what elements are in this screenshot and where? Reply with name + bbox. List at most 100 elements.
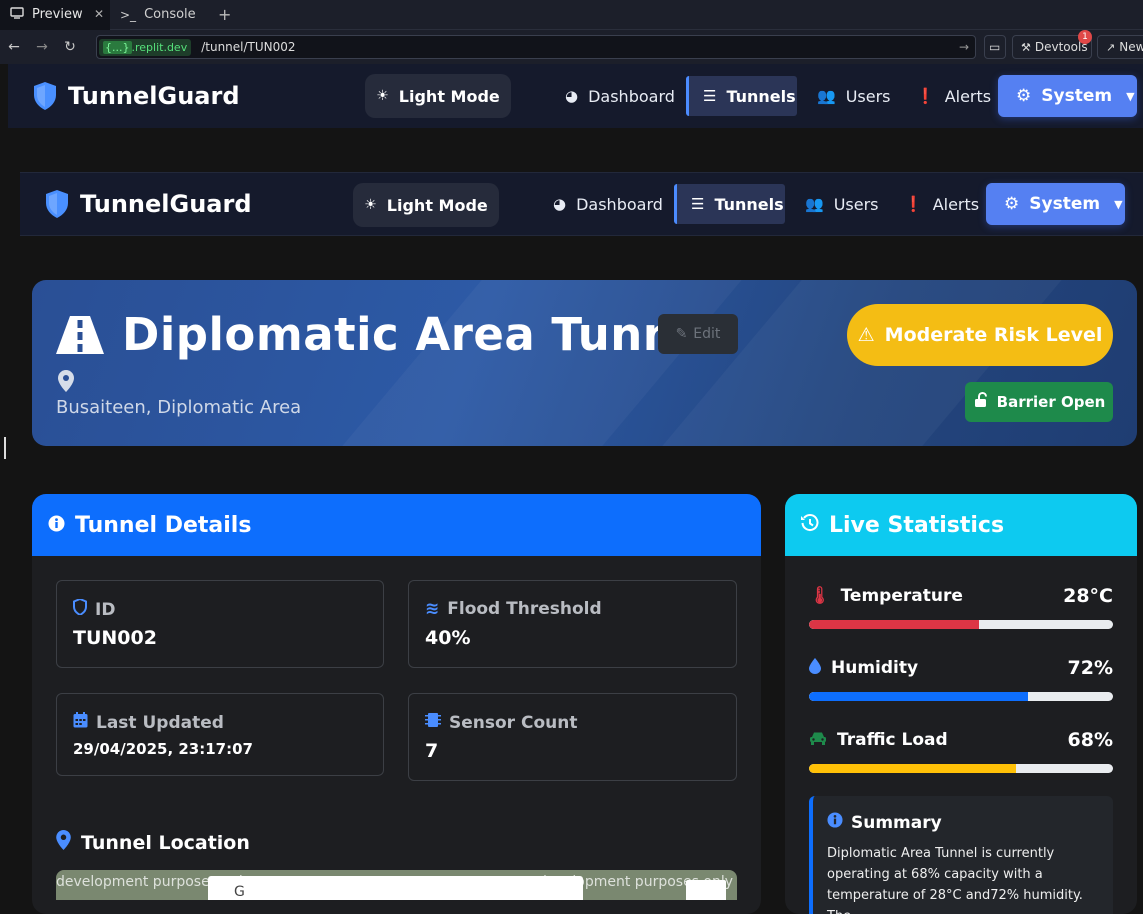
go-icon[interactable]: → — [959, 40, 969, 54]
nav-users[interactable]: 👥 Users — [803, 76, 905, 116]
url-host: {...} .replit.dev — [99, 38, 192, 56]
new-window-button[interactable]: ↗ New — [1097, 35, 1143, 59]
risk-level-label: Moderate Risk Level — [884, 324, 1103, 346]
system-label: System — [1029, 194, 1101, 214]
stat-temperature-fill — [809, 620, 980, 629]
road-icon — [56, 315, 104, 354]
tunnel-details-header: Tunnel Details — [32, 494, 761, 556]
reload-icon[interactable]: ↻ — [56, 39, 84, 55]
shield-logo-icon — [34, 82, 56, 110]
risk-level-badge[interactable]: ⚠ Moderate Risk Level — [847, 304, 1113, 366]
fullscreen-button[interactable] — [686, 880, 726, 900]
detail-id-value: TUN002 — [73, 627, 157, 649]
brand-name: TunnelGuard — [80, 190, 252, 218]
light-mode-button[interactable]: ☀ Light Mode — [365, 74, 511, 118]
brand-inner[interactable]: TunnelGuard — [44, 189, 252, 219]
tab-console[interactable]: >_ Console — [110, 0, 210, 30]
map-search-box[interactable]: G — [208, 876, 583, 900]
nav-tunnels[interactable]: ☰ Tunnels — [686, 76, 797, 116]
detail-flood-label: Flood Threshold — [447, 599, 602, 619]
info-icon — [827, 812, 843, 833]
system-dropdown[interactable]: ⚙ System ▼ — [986, 183, 1125, 225]
nav-tunnels[interactable]: ☰ Tunnels — [674, 184, 785, 224]
detail-flood-threshold: ≋ Flood Threshold 40% — [408, 580, 737, 668]
nav-alerts[interactable]: ❗ Alerts — [890, 184, 993, 224]
nav-alerts-label: Alerts — [944, 86, 992, 106]
map-pin-icon — [58, 370, 74, 392]
back-icon[interactable]: ← — [0, 39, 28, 55]
light-mode-button[interactable]: ☀ Light Mode — [353, 183, 499, 227]
stat-traffic-bar — [809, 764, 1113, 773]
tunnel-details-title: Tunnel Details — [75, 512, 252, 538]
stat-humidity-fill — [809, 692, 1028, 701]
car-icon — [809, 730, 827, 750]
detail-id: ID TUN002 — [56, 580, 384, 668]
stat-humidity-value: 72% — [1067, 657, 1113, 679]
stat-humidity-label: Humidity — [831, 658, 919, 678]
caret-down-icon: ▼ — [1114, 197, 1123, 211]
detail-sensor-count: Sensor Count 7 — [408, 693, 737, 781]
summary-title: Summary — [851, 812, 942, 833]
sun-icon: ☀ — [376, 88, 389, 104]
address-bar-row: ← → ↻ {...} .replit.dev /tunnel/TUN002 → … — [0, 30, 1143, 64]
summary-text: Diplomatic Area Tunnel is currently oper… — [827, 846, 1083, 914]
tunnel-details-card: Tunnel Details ID TUN002 ≋ Flood Threshol… — [32, 494, 761, 914]
nav-dashboard-label: Dashboard — [588, 86, 675, 106]
devtools-badge: 1 — [1078, 30, 1092, 44]
stat-traffic-label: Traffic Load — [837, 730, 948, 750]
detail-id-label: ID — [95, 599, 116, 620]
app-navbar: TunnelGuard ☀ Light Mode ◕ Dashboard ☰ Tun… — [8, 64, 1143, 128]
tunnel-map[interactable]: development purposes only development pu… — [56, 870, 737, 900]
new-label: New — [1119, 40, 1143, 54]
tab-console-label: Console — [144, 7, 196, 22]
nav-dashboard[interactable]: ◕ Dashboard — [539, 184, 677, 224]
users-icon: 👥 — [817, 87, 836, 105]
detail-sensor-label: Sensor Count — [449, 712, 578, 733]
devtools-button[interactable]: ⚒ Devtools 1 — [1012, 30, 1092, 59]
system-label: System — [1041, 86, 1113, 106]
screen-icon[interactable]: ▭ — [984, 35, 1006, 59]
url-field[interactable]: {...} .replit.dev /tunnel/TUN002 → — [96, 35, 976, 59]
monitor-icon — [10, 7, 24, 22]
stat-temperature-value: 28°C — [1063, 585, 1113, 607]
light-mode-label: Light Mode — [386, 195, 488, 215]
app-navbar-inner: TunnelGuard ☀ Light Mode ◕ Dashboard ☰ Tun… — [20, 172, 1143, 236]
history-icon — [801, 513, 819, 538]
tab-preview[interactable]: Preview ✕ — [0, 0, 110, 30]
wrench-icon: ⚒ — [1021, 40, 1031, 54]
system-dropdown[interactable]: ⚙ System ▼ — [998, 75, 1137, 117]
detail-updated-value: 29/04/2025, 23:17:07 — [73, 740, 253, 758]
barrier-label: Barrier Open — [996, 393, 1106, 411]
forward-icon[interactable]: → — [28, 39, 56, 55]
stat-traffic-fill — [809, 764, 1016, 773]
stat-humidity: Humidity 72% — [809, 656, 1113, 701]
nav-users-label: Users — [833, 194, 879, 214]
barrier-status-button[interactable]: Barrier Open — [965, 382, 1113, 422]
edit-button[interactable]: ✎ Edit — [658, 314, 738, 354]
close-icon[interactable]: ✕ — [94, 7, 104, 21]
tunnel-location: Busaiteen, Diplomatic Area — [56, 397, 302, 418]
page-title: Diplomatic Area Tunnel — [56, 308, 722, 361]
nav-users[interactable]: 👥 Users — [791, 184, 893, 224]
caret-down-icon: ▼ — [1126, 89, 1135, 103]
nav-dashboard[interactable]: ◕ Dashboard — [551, 76, 689, 116]
detail-updated-label: Last Updated — [96, 712, 224, 733]
gauge-icon: ◕ — [565, 87, 579, 105]
light-mode-label: Light Mode — [398, 86, 500, 106]
sun-icon: ☀ — [364, 197, 377, 213]
live-statistics-title: Live Statistics — [829, 512, 1005, 538]
calendar-icon — [73, 712, 88, 733]
url-host-badge: {...} — [103, 40, 132, 54]
brand[interactable]: TunnelGuard — [32, 81, 240, 111]
brand-name: TunnelGuard — [68, 82, 240, 110]
info-icon — [48, 513, 65, 538]
stat-temperature: 🌡 Temperature 28°C — [809, 584, 1113, 629]
users-icon: 👥 — [805, 195, 824, 213]
alert-circle-icon: ❗ — [916, 87, 935, 105]
stat-humidity-bar — [809, 692, 1113, 701]
shield-logo-icon — [46, 190, 68, 218]
nav-users-label: Users — [845, 86, 891, 106]
terminal-icon: >_ — [120, 7, 137, 22]
nav-alerts[interactable]: ❗ Alerts — [902, 76, 1005, 116]
add-tab-icon[interactable]: + — [218, 5, 231, 24]
